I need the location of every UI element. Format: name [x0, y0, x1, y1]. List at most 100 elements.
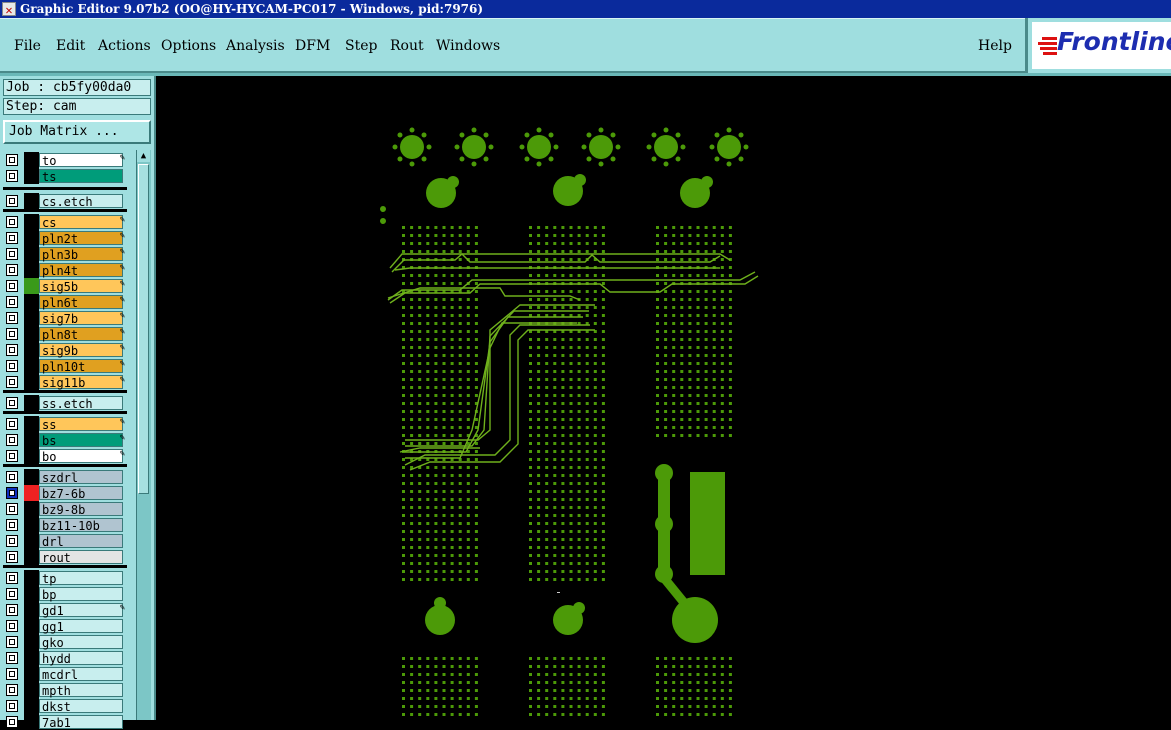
layer-row[interactable]: 7ab1: [3, 714, 127, 730]
layer-name[interactable]: pln10t: [39, 359, 123, 374]
scroll-up-icon[interactable]: ▲: [137, 150, 150, 162]
layer-name[interactable]: bo: [39, 449, 123, 464]
menu-options[interactable]: Options: [161, 38, 216, 54]
layer-name[interactable]: pln2t: [39, 231, 123, 246]
layer-name[interactable]: ss: [39, 417, 123, 432]
layer-name[interactable]: 7ab1: [39, 715, 123, 730]
layer-checkbox[interactable]: [6, 328, 18, 340]
layer-name[interactable]: sig11b: [39, 375, 123, 390]
layer-color-swatch[interactable]: [24, 549, 39, 565]
menu-help[interactable]: Help: [978, 38, 1012, 54]
layer-color-swatch[interactable]: [24, 650, 39, 666]
layer-row[interactable]: to ✎: [3, 152, 127, 168]
layer-row[interactable]: mcdrl: [3, 666, 127, 682]
layer-checkbox[interactable]: [6, 652, 18, 664]
menu-dfm[interactable]: DFM: [295, 38, 330, 54]
layer-row[interactable]: gd1 ✎: [3, 602, 127, 618]
layer-row[interactable]: gg1: [3, 618, 127, 634]
layer-name[interactable]: dkst: [39, 699, 123, 714]
layer-row[interactable]: ts: [3, 168, 127, 184]
layer-row[interactable]: bp: [3, 586, 127, 602]
layer-name[interactable]: bp: [39, 587, 123, 602]
layer-color-swatch[interactable]: [24, 374, 39, 390]
layer-color-swatch[interactable]: [24, 246, 39, 262]
layer-checkbox[interactable]: [6, 232, 18, 244]
layer-color-swatch[interactable]: [24, 698, 39, 714]
layer-checkbox[interactable]: [6, 264, 18, 276]
layer-row[interactable]: bz7-6b: [3, 485, 127, 501]
layer-checkbox[interactable]: [6, 154, 18, 166]
layer-name[interactable]: pln6t: [39, 295, 123, 310]
layer-color-swatch[interactable]: [24, 432, 39, 448]
layer-color-swatch[interactable]: [24, 501, 39, 517]
layer-color-swatch[interactable]: [24, 485, 39, 501]
layer-color-swatch[interactable]: [24, 469, 39, 485]
layer-name[interactable]: bz9-8b: [39, 502, 123, 517]
scroll-thumb[interactable]: [138, 164, 149, 494]
layer-name[interactable]: ts: [39, 169, 123, 184]
layer-row[interactable]: hydd: [3, 650, 127, 666]
layer-row[interactable]: cs ✎: [3, 214, 127, 230]
layer-row[interactable]: sig9b ✎: [3, 342, 127, 358]
layer-color-swatch[interactable]: [24, 152, 39, 168]
layer-name[interactable]: drl: [39, 534, 123, 549]
layer-checkbox[interactable]: [6, 450, 18, 462]
layer-name[interactable]: cs.etch: [39, 194, 123, 209]
layer-checkbox[interactable]: [6, 397, 18, 409]
layer-name[interactable]: cs: [39, 215, 123, 230]
layer-color-swatch[interactable]: [24, 517, 39, 533]
layer-color-swatch[interactable]: [24, 193, 39, 209]
layer-color-swatch[interactable]: [24, 714, 39, 730]
layer-checkbox[interactable]: [6, 684, 18, 696]
layer-checkbox[interactable]: [6, 376, 18, 388]
app-icon[interactable]: ✕: [2, 2, 16, 17]
layer-row[interactable]: dkst: [3, 698, 127, 714]
layer-row[interactable]: pln6t ✎: [3, 294, 127, 310]
layer-row[interactable]: sig11b ✎: [3, 374, 127, 390]
layer-name[interactable]: tp: [39, 571, 123, 586]
layer-color-swatch[interactable]: [24, 326, 39, 342]
layer-checkbox[interactable]: [6, 551, 18, 563]
layer-row[interactable]: pln3b ✎: [3, 246, 127, 262]
layer-color-swatch[interactable]: [24, 570, 39, 586]
menu-windows[interactable]: Windows: [436, 38, 500, 54]
layer-color-swatch[interactable]: [24, 666, 39, 682]
layer-color-swatch[interactable]: [24, 533, 39, 549]
layer-name[interactable]: bs: [39, 433, 123, 448]
layer-checkbox[interactable]: [6, 434, 18, 446]
layer-color-swatch[interactable]: [24, 262, 39, 278]
layer-row[interactable]: bo ✎: [3, 448, 127, 464]
layer-row[interactable]: bz9-8b: [3, 501, 127, 517]
layer-name[interactable]: to: [39, 153, 123, 168]
layer-name[interactable]: rout: [39, 550, 123, 565]
layer-color-swatch[interactable]: [24, 395, 39, 411]
layer-checkbox[interactable]: [6, 360, 18, 372]
layer-color-swatch[interactable]: [24, 342, 39, 358]
layer-checkbox[interactable]: [6, 716, 18, 728]
graphic-canvas[interactable]: [156, 76, 1171, 720]
layer-checkbox[interactable]: [6, 519, 18, 531]
layer-checkbox[interactable]: [6, 195, 18, 207]
layer-color-swatch[interactable]: [24, 310, 39, 326]
layer-name[interactable]: pln4t: [39, 263, 123, 278]
layer-checkbox[interactable]: [6, 503, 18, 515]
layer-name[interactable]: szdrl: [39, 470, 123, 485]
layer-row[interactable]: cs.etch: [3, 193, 127, 209]
layer-name[interactable]: mcdrl: [39, 667, 123, 682]
layer-checkbox[interactable]: [6, 700, 18, 712]
layer-checkbox[interactable]: [6, 248, 18, 260]
layer-checkbox[interactable]: [6, 216, 18, 228]
layer-color-swatch[interactable]: [24, 168, 39, 184]
layer-row[interactable]: szdrl: [3, 469, 127, 485]
pcb-view[interactable]: [156, 76, 1171, 720]
layer-name[interactable]: bz11-10b: [39, 518, 123, 533]
layer-checkbox[interactable]: [6, 636, 18, 648]
layer-row[interactable]: ss ✎: [3, 416, 127, 432]
layer-name[interactable]: gd1: [39, 603, 123, 618]
layer-row[interactable]: pln2t ✎: [3, 230, 127, 246]
menu-rout[interactable]: Rout: [390, 38, 424, 54]
layer-row[interactable]: sig7b ✎: [3, 310, 127, 326]
layer-color-swatch[interactable]: [24, 586, 39, 602]
layer-color-swatch[interactable]: [24, 230, 39, 246]
layer-row[interactable]: tp: [3, 570, 127, 586]
